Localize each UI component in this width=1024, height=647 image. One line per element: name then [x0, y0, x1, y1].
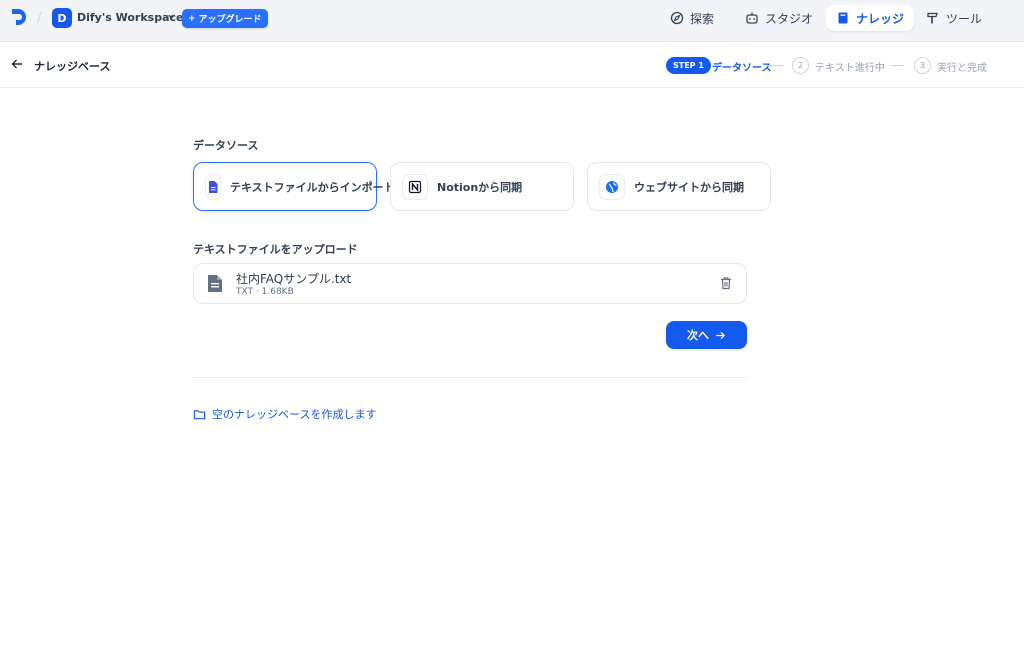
nav-tools-label: ツール — [946, 11, 983, 26]
back-arrow-icon[interactable] — [10, 57, 24, 71]
globe-icon — [606, 180, 618, 193]
upload-title: テキストファイルをアップロード — [193, 243, 358, 256]
step-1-badge: STEP 1 — [666, 57, 711, 74]
nav-knowledge[interactable]: ナレッジ — [826, 5, 915, 31]
file-name: 社内FAQサンプル.txt — [236, 272, 352, 286]
create-empty-knowledge-label: 空のナレッジベースを作成します — [212, 408, 377, 421]
source-text-file-label: テキストファイルからインポート — [230, 180, 395, 194]
nav-tools[interactable]: ツール — [916, 5, 992, 31]
upgrade-label: アップグレード — [198, 15, 262, 25]
source-notion-label: Notionから同期 — [437, 180, 523, 194]
compass-icon — [670, 11, 684, 25]
create-empty-knowledge-link[interactable]: 空のナレッジベースを作成します — [193, 406, 376, 422]
notion-icon — [408, 180, 422, 193]
nav-studio[interactable]: スタジオ — [735, 5, 823, 31]
nav-studio-label: スタジオ — [765, 11, 814, 26]
dify-logo-icon[interactable] — [10, 8, 28, 26]
chevron-down-icon[interactable] — [167, 12, 176, 21]
plus-icon: + — [188, 13, 196, 24]
file-meta: TXT · 1.68KB — [236, 287, 294, 297]
trash-icon[interactable] — [719, 276, 733, 290]
breadcrumb-separator: / — [37, 10, 42, 26]
nav-explore-label: 探索 — [690, 11, 715, 26]
source-icon-wrapper — [205, 173, 221, 200]
top-bar: / D Dify's Workspace + アップグレード 探索 スタジオ ナ… — [0, 0, 1024, 42]
file-meta-separator: · — [255, 287, 259, 297]
nav-knowledge-label: ナレッジ — [856, 11, 905, 26]
upgrade-button[interactable]: + アップグレード — [182, 9, 268, 28]
step-3-label: 実行と完成 — [937, 63, 987, 74]
datasource-title: データソース — [193, 139, 259, 152]
source-website-label: ウェブサイトから同期 — [634, 180, 744, 194]
workspace-avatar[interactable]: D — [52, 8, 72, 28]
source-icon-wrapper — [599, 173, 625, 200]
source-notion[interactable]: Notionから同期 — [390, 162, 574, 211]
step-3-number: 3 — [914, 57, 931, 74]
document-icon — [209, 180, 218, 193]
source-website[interactable]: ウェブサイトから同期 — [587, 162, 771, 211]
step-connector — [890, 65, 904, 66]
uploaded-file-item[interactable]: 社内FAQサンプル.txt TXT · 1.68KB — [193, 263, 747, 304]
file-size: 1.68KB — [261, 287, 294, 297]
file-type: TXT — [236, 287, 254, 297]
source-text-file[interactable]: テキストファイルからインポート — [193, 162, 395, 211]
robot-icon — [746, 12, 758, 24]
book-icon — [838, 12, 848, 24]
step-2-number: 2 — [792, 57, 809, 74]
next-button[interactable]: 次へ — [666, 321, 747, 349]
step-2-label: テキスト進行中 — [815, 63, 885, 74]
arrow-right-icon — [716, 331, 726, 339]
source-icon-wrapper — [402, 173, 428, 200]
hammer-icon — [927, 12, 938, 24]
divider — [193, 377, 747, 378]
file-text-icon — [208, 275, 222, 292]
step-connector — [767, 65, 783, 66]
nav-explore[interactable]: 探索 — [660, 5, 724, 31]
next-label: 次へ — [687, 329, 709, 342]
folder-icon — [193, 409, 206, 419]
page-title[interactable]: ナレッジベース — [34, 58, 110, 74]
step-1-label: データソース — [712, 63, 772, 74]
